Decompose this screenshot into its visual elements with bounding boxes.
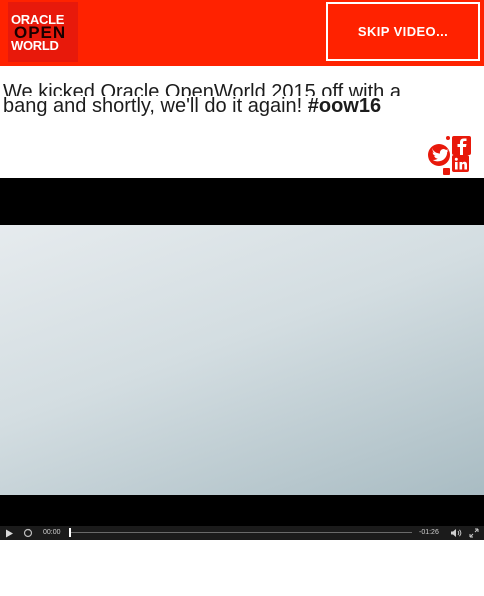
current-time: 00:00: [43, 529, 61, 536]
video-frame[interactable]: [0, 225, 484, 495]
hashtag-link[interactable]: #oow16: [308, 95, 381, 117]
video-player[interactable]: 00:00 -01:26: [0, 178, 484, 540]
oracle-openworld-logo[interactable]: ORACLE OPEN WORLD: [8, 2, 78, 62]
video-controls: 00:00 -01:26: [0, 526, 484, 540]
twitter-icon[interactable]: [428, 136, 450, 175]
progress-track[interactable]: [70, 532, 412, 533]
headline-text: We kicked Oracle OpenWorld 2015 off with…: [3, 78, 473, 118]
facebook-icon[interactable]: [452, 136, 471, 155]
replay-icon[interactable]: [23, 528, 33, 538]
play-icon[interactable]: [5, 529, 14, 538]
skip-video-button[interactable]: SKIP VIDEO...: [326, 2, 480, 61]
logo-line-world: WORLD: [11, 38, 59, 53]
linkedin-icon[interactable]: [452, 155, 469, 172]
headline-line-1: We kicked Oracle OpenWorld 2015 off with…: [3, 82, 401, 96]
time-remaining: -01:26: [419, 529, 439, 536]
fullscreen-icon[interactable]: [469, 528, 479, 538]
headline-line-2: bang and shortly, we'll do it again!: [3, 95, 308, 117]
header-bar: ORACLE OPEN WORLD SKIP VIDEO...: [0, 0, 484, 66]
social-share-icons: [428, 134, 474, 178]
progress-handle[interactable]: [69, 528, 71, 537]
volume-icon[interactable]: [450, 528, 462, 538]
